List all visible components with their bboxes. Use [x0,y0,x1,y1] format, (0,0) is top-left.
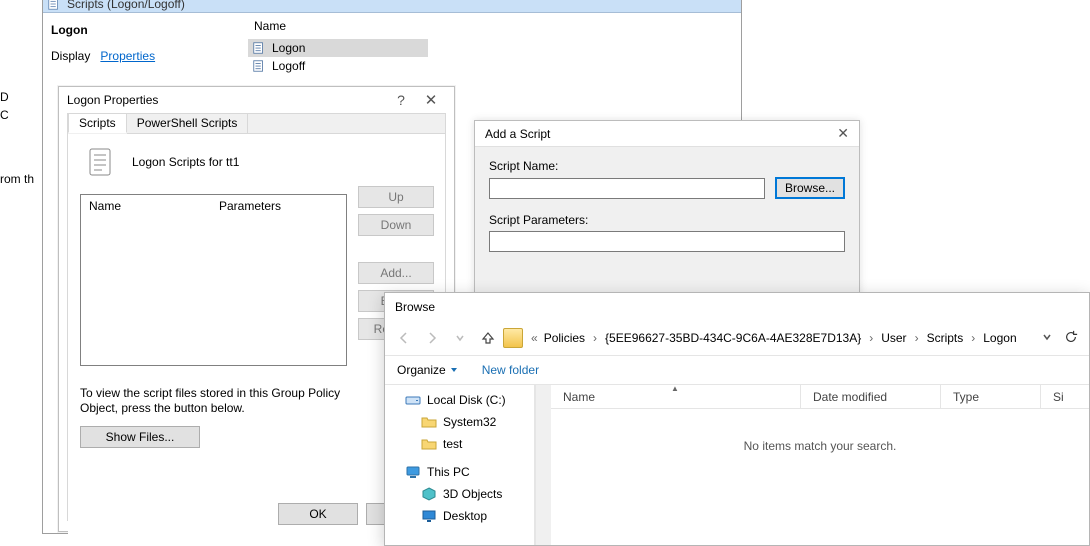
listbox-col-params: Parameters [211,195,289,365]
script-item-label: Logon [272,41,305,55]
crumb-overflow[interactable]: « [525,331,538,345]
properties-link[interactable]: Properties [100,49,155,63]
breadcrumb[interactable]: User [877,331,910,345]
script-icon [252,41,266,55]
pc-icon [405,464,421,480]
ok-button[interactable]: OK [278,503,358,525]
tree-item-thispc[interactable]: This PC [385,461,534,483]
scripts-title: Scripts (Logon/Logoff) [67,0,185,11]
tree-item-localdisk[interactable]: Local Disk (C:) [385,389,534,411]
tree-scrollbar[interactable] [535,385,551,545]
scripts-col-name: Name [248,19,741,39]
browse-toolbar: Organize New folder [385,355,1089,385]
add-script-titlebar: Add a Script ✕ [475,121,859,147]
nav-bar: « Policies› {5EE96627-35BD-434C-9C6A-4AE… [385,321,1089,355]
add-script-dialog: Add a Script ✕ Script Name: Browse... Sc… [474,120,860,308]
folder-icon [421,414,437,430]
refresh-button[interactable] [1059,330,1083,347]
script-name-input[interactable] [489,178,765,199]
chevron-right-icon: › [969,331,977,345]
script-item-logoff[interactable]: Logoff [248,57,428,75]
empty-message: No items match your search. [551,409,1089,453]
folder-icon [503,328,523,348]
truncated-text: C [0,106,9,124]
tree-label: Local Disk (C:) [427,393,506,407]
script-params-input[interactable] [489,231,845,252]
folder-icon [421,436,437,452]
tabs: Scripts PowerShell Scripts [68,114,445,134]
breadcrumb[interactable]: Logon [979,331,1020,345]
help-text: To view the script files stored in this … [80,386,380,416]
tree-item-desktop[interactable]: Desktop [385,505,534,527]
truncated-text: rom th [0,172,34,186]
forward-button[interactable] [419,325,445,351]
chevron-right-icon: › [591,331,599,345]
help-button[interactable]: ? [386,92,416,108]
scripts-heading: Logon [51,23,240,37]
desktop-icon [421,508,437,524]
listbox-col-name: Name [81,195,211,365]
tree-label: Desktop [443,509,487,523]
logon-properties-titlebar: Logon Properties ? ✕ [59,87,454,113]
script-item-logon[interactable]: Logon [248,39,428,57]
breadcrumb[interactable]: {5EE96627-35BD-434C-9C6A-4AE328E7D13A} [601,331,865,345]
script-item-label: Logoff [272,59,305,73]
truncated-text: D [0,88,9,106]
up-button[interactable] [475,325,501,351]
file-list[interactable]: ▲ Name Date modified Type Si No items ma… [551,385,1089,545]
tab-powershell[interactable]: PowerShell Scripts [127,114,249,134]
tree-item-system32[interactable]: System32 [385,411,534,433]
tree-label: System32 [443,415,496,429]
close-button[interactable]: ✕ [837,125,849,142]
disk-icon [405,392,421,408]
add-button[interactable]: Add... [358,262,434,284]
organize-menu[interactable]: Organize [397,363,458,377]
address-dropdown[interactable] [1037,331,1057,345]
script-params-label: Script Parameters: [489,213,845,227]
col-type[interactable]: Type [941,385,1041,408]
scripts-title-icon [47,0,61,11]
col-size[interactable]: Si [1041,385,1089,408]
chevron-right-icon: › [913,331,921,345]
browse-button[interactable]: Browse... [775,177,845,199]
tab-scripts[interactable]: Scripts [68,113,127,133]
tree-label: This PC [427,465,470,479]
tree-label: 3D Objects [443,487,502,501]
dialog-title: Logon Properties [67,93,158,107]
close-button[interactable]: ✕ [416,91,446,109]
script-name-label: Script Name: [489,159,845,173]
chevron-right-icon: › [867,331,875,345]
down-button[interactable]: Down [358,214,434,236]
breadcrumb[interactable]: Policies [540,331,589,345]
tree-label: test [443,437,462,451]
recent-dropdown[interactable] [447,325,473,351]
scripts-titlebar: Scripts (Logon/Logoff) [43,0,741,13]
col-date[interactable]: Date modified [801,385,941,408]
sort-indicator-icon: ▲ [671,384,679,393]
up-button[interactable]: Up [358,186,434,208]
script-listbox[interactable]: Name Parameters [80,194,347,366]
display-label: Display [51,49,90,63]
tree-item-test[interactable]: test [385,433,534,455]
folder-tree[interactable]: Local Disk (C:) System32 test This PC 3D… [385,385,535,545]
show-files-button[interactable]: Show Files... [80,426,200,448]
browse-title: Browse [385,293,1089,321]
browse-dialog: Browse « Policies› {5EE96627-35BD-434C-9… [384,292,1090,546]
breadcrumb[interactable]: Scripts [923,331,968,345]
back-button[interactable] [391,325,417,351]
properties-heading: Logon Scripts for tt1 [132,155,239,169]
3d-icon [421,486,437,502]
script-large-icon [86,146,118,178]
dialog-title: Add a Script [485,127,550,141]
script-icon [252,59,266,73]
new-folder-button[interactable]: New folder [482,363,539,377]
tree-item-3dobjects[interactable]: 3D Objects [385,483,534,505]
